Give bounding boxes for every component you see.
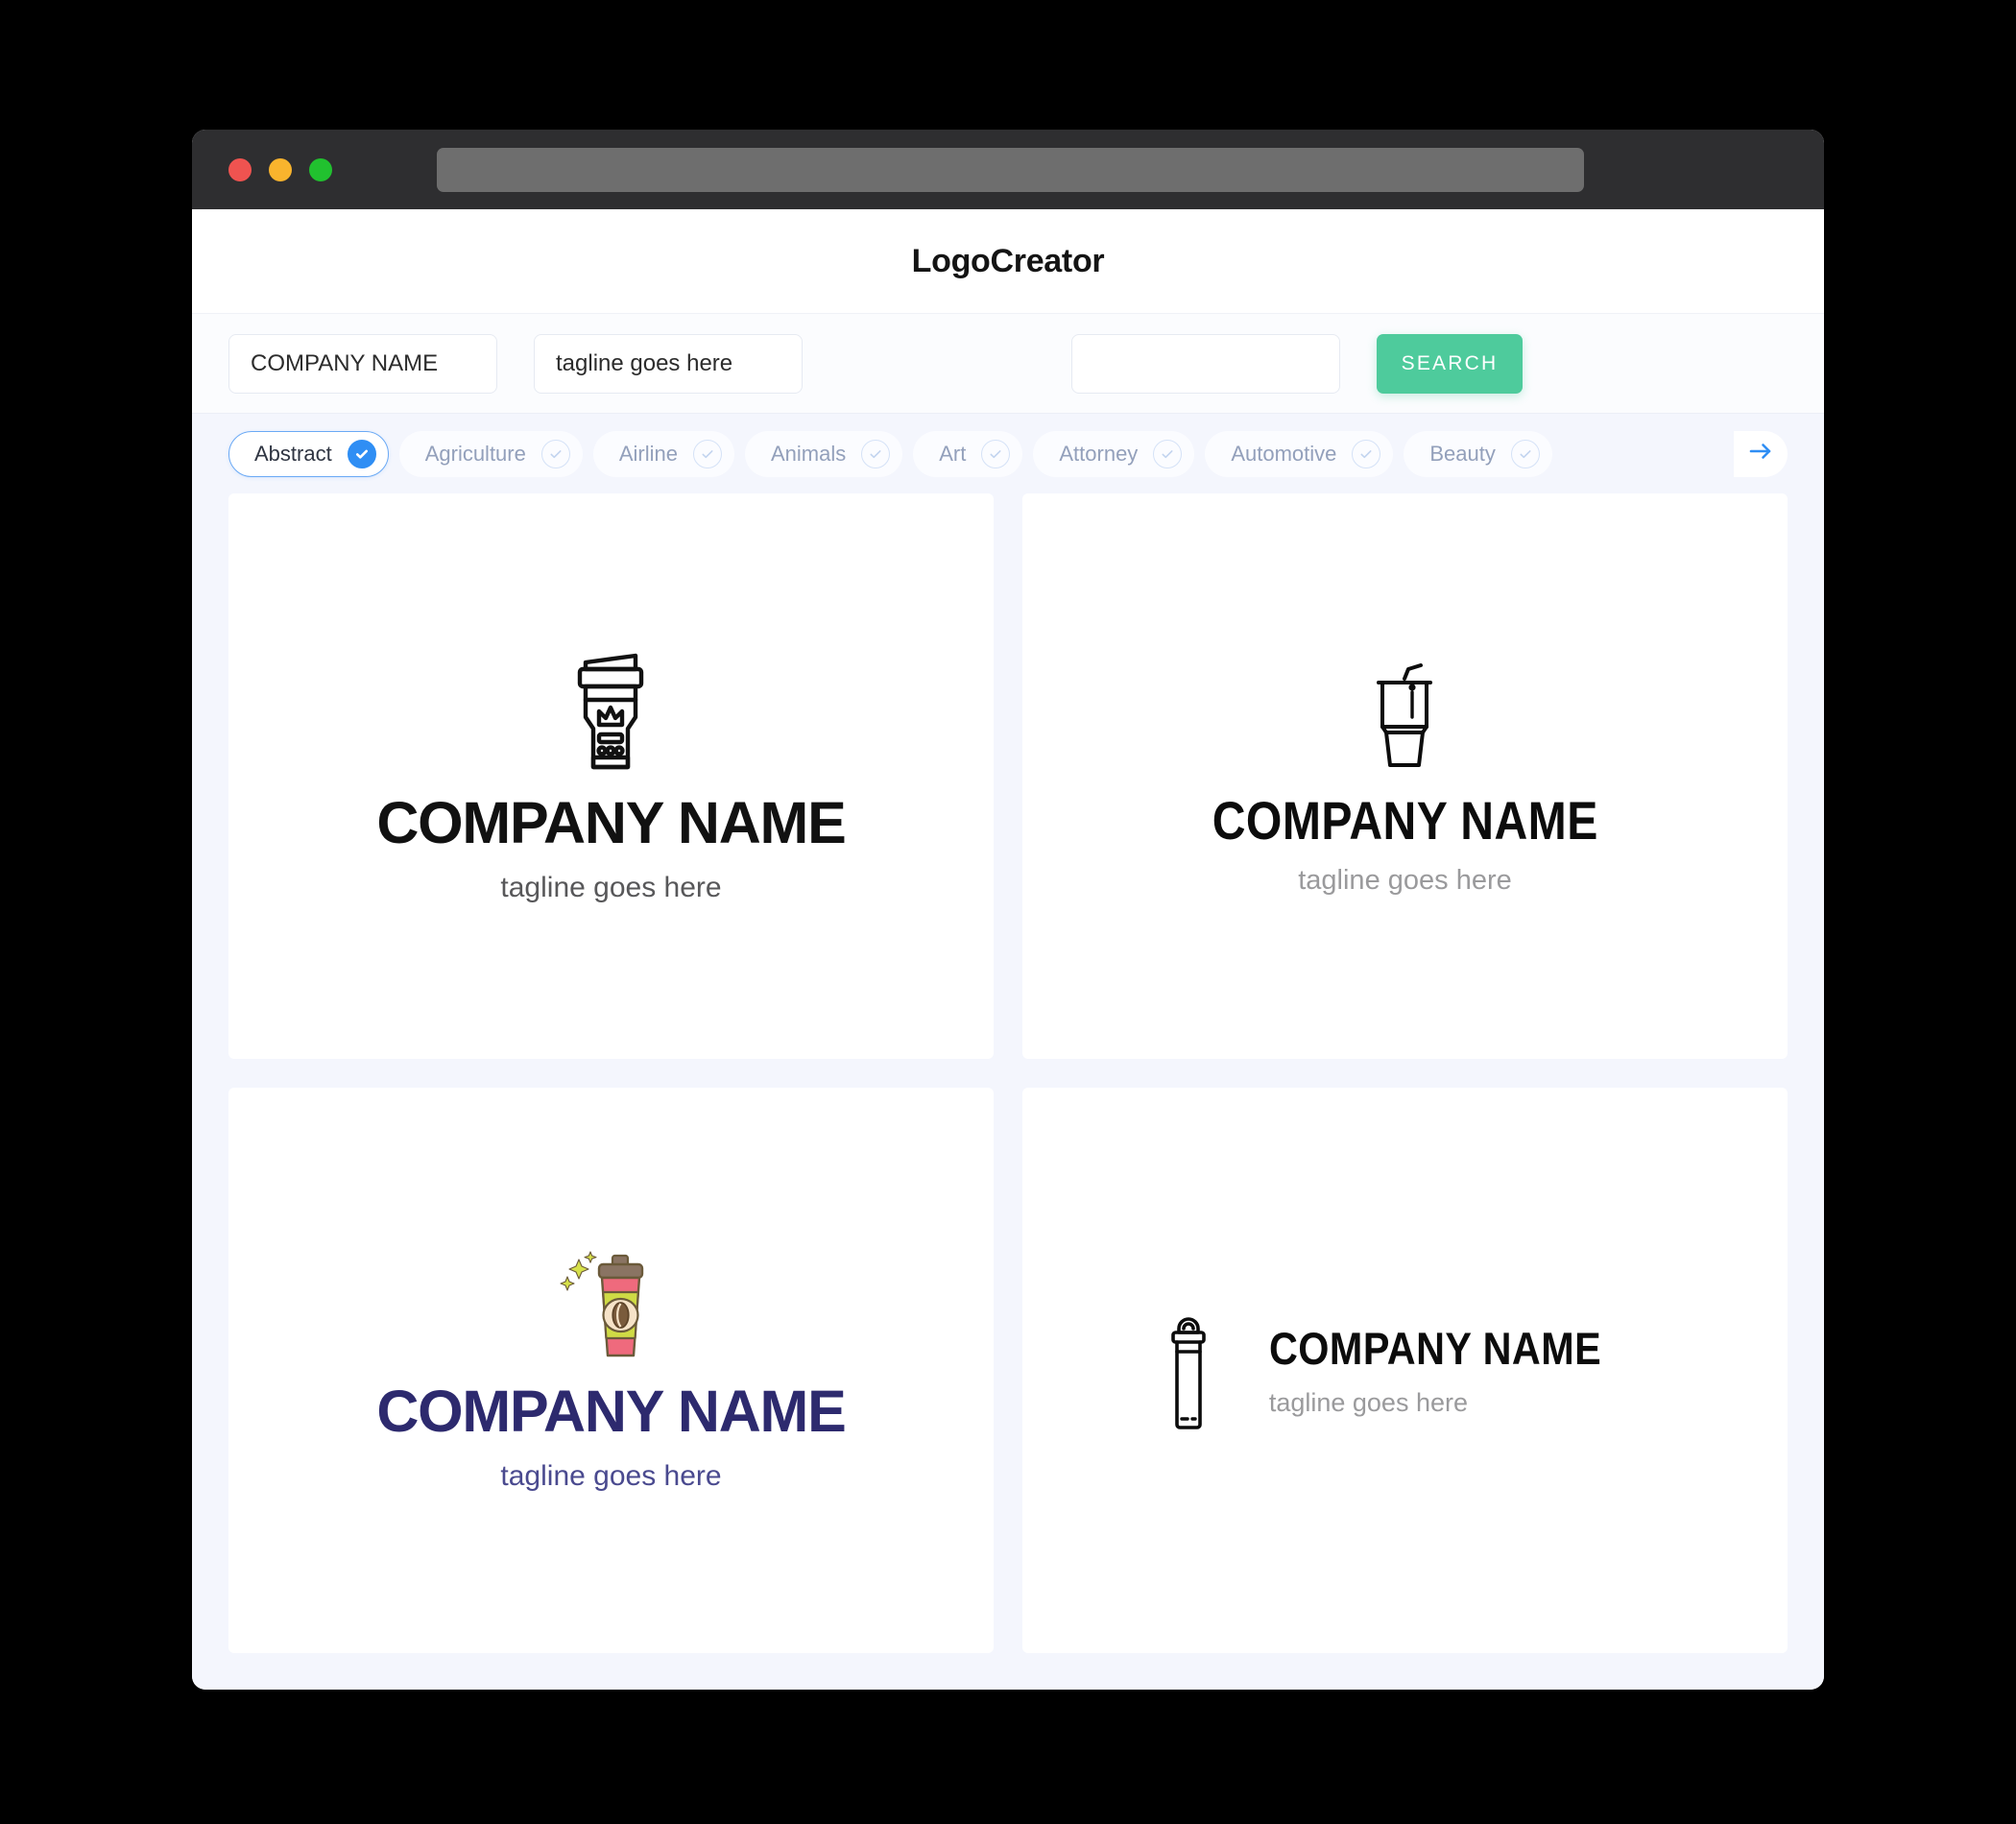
check-icon	[1510, 439, 1540, 468]
keyword-input[interactable]	[1071, 333, 1340, 394]
category-label: Airline	[618, 441, 678, 466]
logo-company-name: COMPANY NAME	[376, 790, 847, 855]
category-pill-art[interactable]: Art	[913, 430, 1023, 477]
check-icon	[861, 439, 891, 468]
close-window-button[interactable]	[228, 157, 252, 181]
browser-window: LogoCreator COMPANY NAME tagline goes he…	[192, 130, 1824, 1690]
logo-preview: COMPANY NAME tagline goes here	[1181, 658, 1630, 895]
tagline-input[interactable]: tagline goes here	[534, 333, 803, 394]
logo-card[interactable]: COMPANY NAME tagline goes here	[228, 493, 994, 1059]
browser-titlebar	[192, 130, 1824, 209]
logo-text: COMPANY NAME tagline goes here	[1269, 1326, 1646, 1416]
category-label: Agriculture	[424, 441, 526, 466]
url-bar[interactable]	[437, 148, 1584, 192]
check-icon	[540, 439, 570, 468]
next-categories-button[interactable]	[1734, 430, 1788, 477]
logo-company-name: COMPANY NAME	[376, 1379, 847, 1444]
logo-card[interactable]: COMPANY NAME tagline goes here	[1022, 493, 1788, 1059]
category-label: Attorney	[1059, 441, 1139, 466]
category-pill-abstract[interactable]: Abstract	[228, 430, 389, 477]
category-label: Beauty	[1429, 441, 1496, 466]
check-icon	[981, 439, 1011, 468]
category-pill-automotive[interactable]: Automotive	[1205, 430, 1394, 477]
arrow-right-icon	[1747, 440, 1774, 468]
logo-company-name: COMPANY NAME	[1268, 1322, 1601, 1374]
logo-company-name: COMPANY NAME	[1212, 790, 1598, 851]
check-icon	[347, 439, 376, 468]
logo-results-grid: COMPANY NAME tagline goes here COMPANY N…	[192, 493, 1824, 1690]
thermos-bottle-icon	[1164, 1311, 1213, 1430]
company-name-input[interactable]: COMPANY NAME	[228, 333, 497, 394]
logo-card[interactable]: COMPANY NAME tagline goes here	[228, 1088, 994, 1653]
blender-cup-crown-icon	[564, 650, 657, 777]
page-title: LogoCreator	[911, 242, 1105, 279]
category-pill-attorney[interactable]: Attorney	[1033, 430, 1195, 477]
category-pill-animals[interactable]: Animals	[745, 430, 903, 477]
logo-preview: COMPANY NAME tagline goes here	[376, 650, 847, 903]
check-icon	[693, 439, 722, 468]
category-label: Abstract	[254, 441, 332, 466]
maximize-window-button[interactable]	[309, 157, 332, 181]
check-icon	[1153, 439, 1183, 468]
app-header: LogoCreator	[192, 209, 1824, 313]
minimize-window-button[interactable]	[269, 157, 292, 181]
logo-text: COMPANY NAME tagline goes here	[376, 1379, 847, 1492]
logo-preview: COMPANY NAME tagline goes here	[1164, 1311, 1646, 1430]
category-filter-bar: Abstract Agriculture Airline Animals Art	[192, 414, 1824, 493]
logo-tagline: tagline goes here	[500, 1460, 722, 1492]
logo-tagline: tagline goes here	[500, 872, 722, 903]
category-label: Automotive	[1231, 441, 1337, 466]
logo-text: COMPANY NAME tagline goes here	[1181, 794, 1630, 895]
category-pill-beauty[interactable]: Beauty	[1404, 430, 1552, 477]
category-pill-agriculture[interactable]: Agriculture	[398, 430, 583, 477]
category-label: Animals	[771, 441, 847, 466]
category-label: Art	[939, 441, 967, 466]
coffee-cup-sparkle-icon	[558, 1250, 663, 1363]
check-icon	[1352, 439, 1381, 468]
logo-text: COMPANY NAME tagline goes here	[376, 790, 847, 903]
logo-tagline: tagline goes here	[1268, 1387, 1468, 1417]
logo-tagline: tagline goes here	[1298, 865, 1512, 896]
search-toolbar: COMPANY NAME tagline goes here SEARCH	[192, 313, 1824, 414]
search-button[interactable]: SEARCH	[1377, 333, 1523, 394]
logo-preview: COMPANY NAME tagline goes here	[376, 1250, 847, 1492]
category-pill-airline[interactable]: Airline	[592, 430, 734, 477]
logo-card[interactable]: COMPANY NAME tagline goes here	[1022, 1088, 1788, 1653]
cup-with-straw-icon	[1370, 658, 1439, 773]
traffic-lights	[228, 157, 332, 181]
